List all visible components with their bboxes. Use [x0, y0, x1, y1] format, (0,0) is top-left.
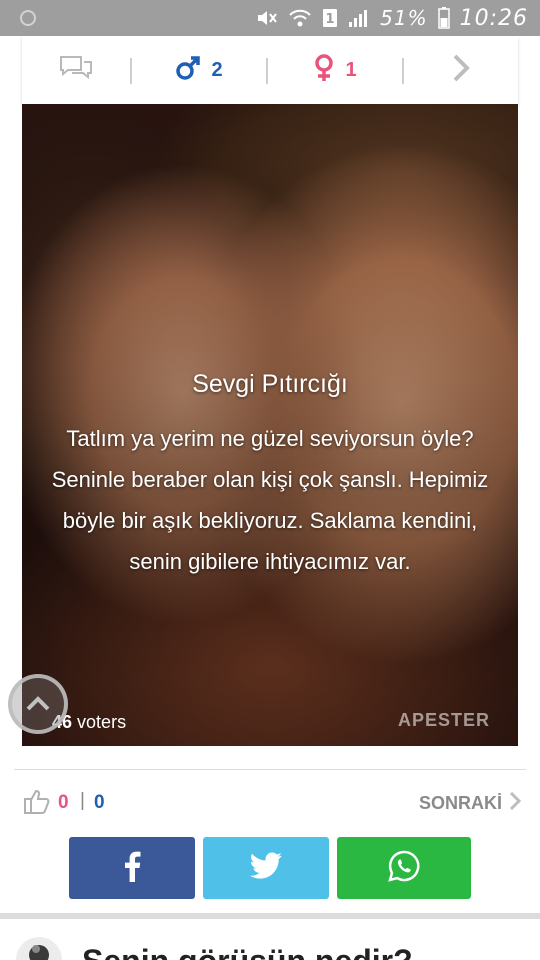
rating-row: 0 | 0 SONRAKİ [22, 784, 522, 820]
chevron-right-icon [508, 790, 522, 817]
status-icons: 1 51% 10:26 [256, 4, 528, 32]
male-count-value: 2 [211, 58, 223, 81]
twitter-share-button[interactable] [203, 837, 329, 899]
chevron-up-icon [24, 690, 52, 723]
apester-logo: APESTER [397, 710, 490, 730]
twitter-icon [249, 851, 283, 885]
male-count: 2 [132, 36, 266, 104]
thumbs-up-icon[interactable] [22, 786, 52, 821]
vote-stats-bar: 2 1 [22, 36, 518, 104]
clock: 10:26 [459, 5, 528, 31]
dislike-count: 0 [94, 792, 105, 813]
avatar [16, 937, 62, 960]
whatsapp-share-button[interactable] [337, 837, 471, 899]
female-icon [313, 53, 335, 87]
female-count-value: 1 [345, 58, 357, 81]
svg-text:1: 1 [326, 12, 335, 27]
sim-icon: 1 [322, 8, 338, 28]
chevron-right-icon [451, 53, 471, 88]
result-description: Tatlım ya yerim ne güzel seviyorsun öyle… [51, 426, 489, 574]
notification-dot-icon [20, 10, 36, 26]
battery-percent: 51% [380, 6, 428, 30]
comments-button[interactable] [22, 36, 130, 104]
result-card: Sevgi Pıtırcığı Tatlım ya yerim ne güzel… [22, 104, 518, 746]
result-title: Sevgi Pıtırcığı [192, 370, 348, 398]
divider [14, 769, 526, 770]
comments-icon [58, 54, 94, 87]
signal-icon [348, 8, 370, 28]
next-button[interactable]: SONRAKİ [419, 790, 522, 817]
like-count: 0 [58, 792, 69, 813]
whatsapp-icon [388, 850, 420, 887]
battery-icon [437, 7, 450, 29]
wifi-icon [288, 8, 312, 28]
scroll-to-top-button[interactable] [8, 674, 68, 734]
status-bar: 1 51% 10:26 [0, 0, 540, 36]
male-icon [175, 55, 201, 86]
next-label: SONRAKİ [418, 793, 502, 813]
facebook-share-button[interactable] [69, 837, 195, 899]
female-count: 1 [268, 36, 402, 104]
facebook-icon [123, 850, 141, 887]
next-arrow-button[interactable] [404, 36, 518, 104]
mute-icon [256, 8, 278, 28]
comments-title: Senin görüşün nedir? [82, 943, 413, 960]
rating-separator: | [80, 790, 85, 811]
comments-section: Senin görüşün nedir? [0, 919, 540, 960]
voters-label: voters [77, 712, 127, 732]
